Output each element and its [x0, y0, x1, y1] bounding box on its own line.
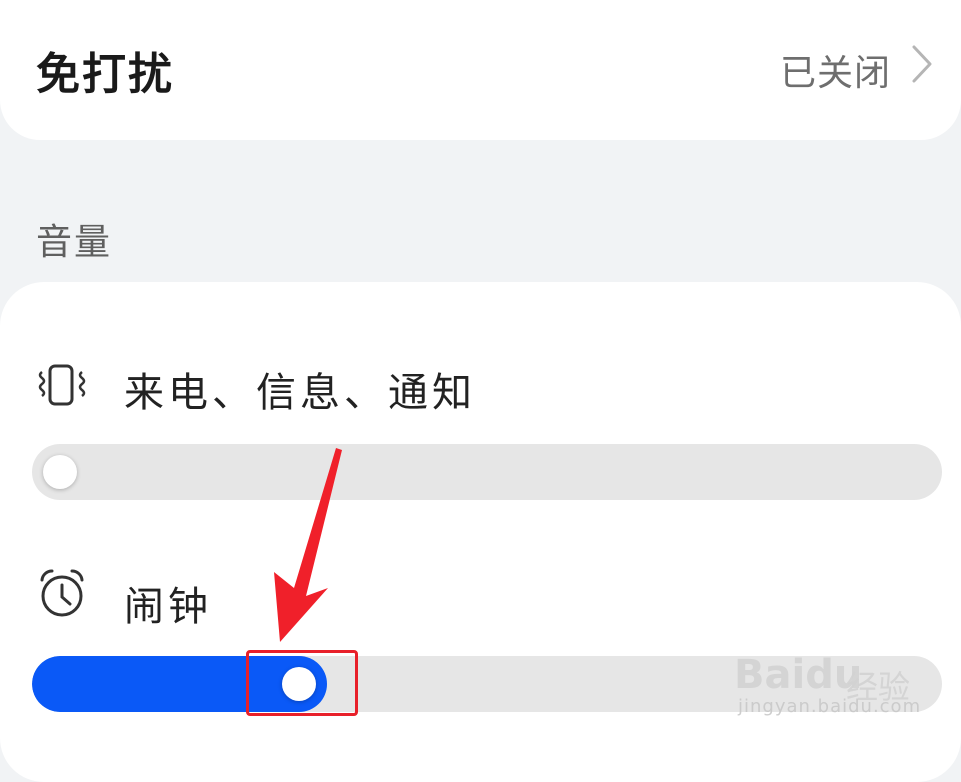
chevron-right-icon — [912, 45, 932, 83]
baidu-watermark: Baidu 经验 jingyan.baidu.com — [730, 632, 930, 732]
volume-section-title: 音量 — [36, 222, 113, 263]
alarm-clock-icon — [40, 569, 84, 617]
ringtone-volume-slider[interactable] — [32, 444, 942, 500]
dnd-status: 已关闭 — [779, 53, 891, 94]
watermark-url: jingyan.baidu.com — [738, 696, 922, 717]
alarm-label: 闹钟 — [124, 584, 212, 630]
highlight-box — [246, 650, 358, 716]
watermark-logo: Baidu — [734, 652, 863, 698]
ringtone-slider-thumb[interactable] — [43, 455, 77, 489]
dnd-title: 免打扰 — [36, 49, 174, 100]
vibrate-icon — [38, 364, 86, 406]
red-arrow-icon — [274, 448, 342, 642]
ringtone-label: 来电、信息、通知 — [124, 370, 476, 416]
